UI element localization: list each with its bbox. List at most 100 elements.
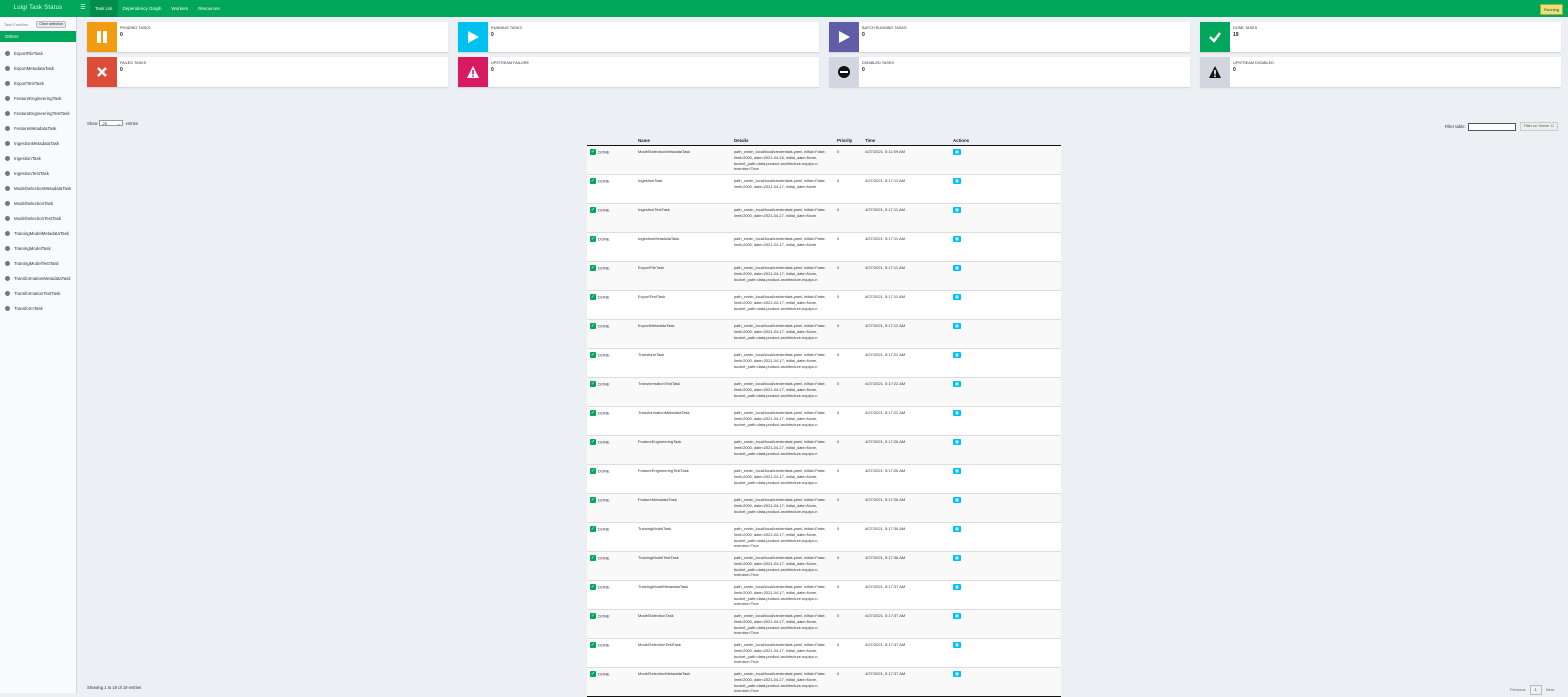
batch-running-tasks-box[interactable]: BATCH RUNNING TASKS 0 [829,22,1190,52]
filter-on-server-checkbox[interactable]: Filter on Server ☐ [1519,122,1558,131]
status-text: DONE [598,497,610,503]
running-badge[interactable]: Running [1540,4,1563,15]
task-family-icon [5,261,10,266]
column-header-time[interactable]: Time [862,136,950,146]
nav-workers[interactable]: Workers [167,0,194,17]
status-box-count: 0 [491,67,494,73]
sidebar-item[interactable]: TransformTask [0,301,76,316]
view-graph-button[interactable]: ▦ [953,207,961,213]
failed-tasks-box[interactable]: FAILED TASKS 0 [87,57,448,87]
view-graph-button[interactable]: ▦ [953,526,961,532]
view-graph-button[interactable]: ▦ [953,468,961,474]
details-cell: path_credn_local/local/credentials.yaml,… [731,668,834,697]
view-graph-button[interactable]: ▦ [953,236,961,242]
table-row[interactable]: ✓ DONE ExportTestTask path_credn_local/loca… [587,290,1061,320]
entries-select[interactable]: 25 ⌄ [99,120,124,126]
task-family-icon [5,186,10,191]
view-graph-button[interactable]: ▦ [953,497,961,503]
upstream-disabled-box[interactable]: UPSTREAM DISABLED 0 [1200,57,1561,87]
table-row[interactable]: ✓ DONE TrainingModelTask path_credn_local/l… [587,522,1061,552]
table-row[interactable]: ✓ DONE ModelSelectionTask path_credn_local/… [587,609,1061,639]
hamburger-icon[interactable]: ☰ [79,3,87,13]
sidebar-item[interactable]: ModelSelectionMetadataTask [0,181,76,196]
time-cell: 4/27/2021, 5:17:36 AM [865,526,906,531]
view-graph-button[interactable]: ▦ [953,323,961,329]
sidebar-item[interactable]: ModelSelectionTask [0,196,76,211]
view-graph-button[interactable]: ▦ [953,613,961,619]
table-row[interactable]: ✓ DONE FeatureMetadataTask path_credn_local… [587,493,1061,523]
sidebar-item[interactable]: TrainingModelMetadataTask [0,226,76,241]
column-header-priority[interactable]: Priority [834,136,862,146]
details-text: path_credn_local/local/credentials.yaml,… [734,323,826,340]
name-cell: ModelSelectionTestTask [638,642,681,647]
filter-input[interactable] [1467,122,1516,131]
sidebar-item[interactable]: IngestionTask [0,151,76,166]
view-graph-button[interactable]: ▦ [953,265,961,271]
view-graph-button[interactable]: ▦ [953,352,961,358]
sidebar-item[interactable]: IngestionMetadataTask [0,136,76,151]
status-text: DONE [598,323,610,329]
table-row[interactable]: ✓ DONE ModelSelectionMetadataTask path_cred… [587,145,1061,175]
table-row[interactable]: ✓ DONE TransformationMetadataTask path_cred… [587,406,1061,436]
sidebar-item[interactable]: IngestionTestTask [0,166,76,181]
table-row[interactable]: ✓ DONE IngestionTestTask path_credn_local/l… [587,203,1061,233]
view-graph-button[interactable]: ▦ [953,555,961,561]
sidebar-item[interactable]: ModelSelectionTestTask [0,211,76,226]
task-family-icon [5,156,10,161]
table-row[interactable]: ✓ DONE TrainingModelTestTask path_credn_loc… [587,551,1061,581]
sidebar-item[interactable]: ExportMetadataTask [0,61,76,76]
view-graph-button[interactable]: ▦ [953,671,961,677]
table-row[interactable]: ✓ DONE IngestionMetadataTask path_credn_loc… [587,232,1061,262]
brand-logo[interactable]: Luigi Task Status [0,0,76,17]
tasks-table: Name Details Priority Time Actions ✓ DONE… [587,136,1061,697]
view-graph-button[interactable]: ▦ [953,584,961,590]
sidebar-item[interactable]: TransformationMetadataTask [0,271,76,286]
sidebar-item[interactable]: ExportTestTask [0,76,76,91]
column-header-status[interactable] [587,136,635,146]
view-graph-button[interactable]: ▦ [953,381,961,387]
disabled-tasks-box[interactable]: DISABLED TASKS 0 [829,57,1190,87]
table-row[interactable]: ✓ DONE ModelSelectionTestTask path_credn_lo… [587,638,1061,668]
sidebar-item-label: FeatureEngineeringTestTask [14,111,70,116]
sidebar-item[interactable]: TrainingModelTask [0,241,76,256]
priority-cell: 0 [837,613,840,618]
task-family-icon [5,51,10,56]
name-cell: FeatureEngineeringTestTask [638,468,689,473]
column-header-name[interactable]: Name [635,136,731,146]
check-icon: ✓ [590,439,596,445]
clear-selection-button[interactable]: Clear selection [36,21,67,28]
view-graph-button[interactable]: ▦ [953,294,961,300]
view-graph-button[interactable]: ▦ [953,178,961,184]
running-tasks-box[interactable]: RUNNING TASKS 0 [458,22,819,52]
nav-resources[interactable]: Resources [193,0,225,17]
nav-dependency-graph[interactable]: Dependency Graph [118,0,167,17]
view-graph-button[interactable]: ▦ [953,149,961,155]
sidebar-section-others[interactable]: Others [0,31,76,42]
sidebar-item[interactable]: FeatureEngineeringTask [0,91,76,106]
table-row[interactable]: ✓ DONE ModelSelectionMetadataTask path_cred… [587,667,1061,697]
view-graph-button[interactable]: ▦ [953,410,961,416]
name-cell: ModelSelectionMetadataTask [638,149,691,154]
sidebar-item[interactable]: TrainingModelTestTask [0,256,76,271]
view-graph-button[interactable]: ▦ [953,642,961,648]
sidebar-item[interactable]: TransformationTestTask [0,286,76,301]
column-header-details[interactable]: Details [731,136,834,146]
upstream-failure-box[interactable]: UPSTREAM FAILURE 0 [458,57,819,87]
table-row[interactable]: ✓ DONE ExportMetadataTask path_credn_local/… [587,319,1061,349]
sidebar-item-label: TrainingModelTestTask [14,261,59,266]
table-row[interactable]: ✓ DONE IngestionTask path_credn_local/local… [587,174,1061,204]
table-row[interactable]: ✓ DONE FeatureEngineeringTask path_credn_lo… [587,435,1061,465]
sidebar-item[interactable]: ExportFileTask [0,46,76,61]
table-row[interactable]: ✓ DONE ExportFileTask path_credn_local/loca… [587,261,1061,291]
table-row[interactable]: ✓ DONE FeatureEngineeringTestTask path_cred… [587,464,1061,494]
page-button[interactable]: 1 [1529,685,1542,695]
done-tasks-box[interactable]: DONE TASKS 19 [1200,22,1561,52]
sidebar-item[interactable]: FeatureEngineeringTestTask [0,106,76,121]
table-row[interactable]: ✓ DONE TransformationTestTask path_credn_lo… [587,377,1061,407]
view-graph-button[interactable]: ▦ [953,439,961,445]
pending-tasks-box[interactable]: PENDING TASKS 0 [87,22,448,52]
table-row[interactable]: ✓ DONE TrainingModelMetadataTask path_credn… [587,580,1061,610]
nav-task-list[interactable]: Task List [90,0,118,17]
sidebar-item[interactable]: FeatureMetadataTask [0,121,76,136]
table-row[interactable]: ✓ DONE TransformTask path_credn_local/local… [587,348,1061,378]
